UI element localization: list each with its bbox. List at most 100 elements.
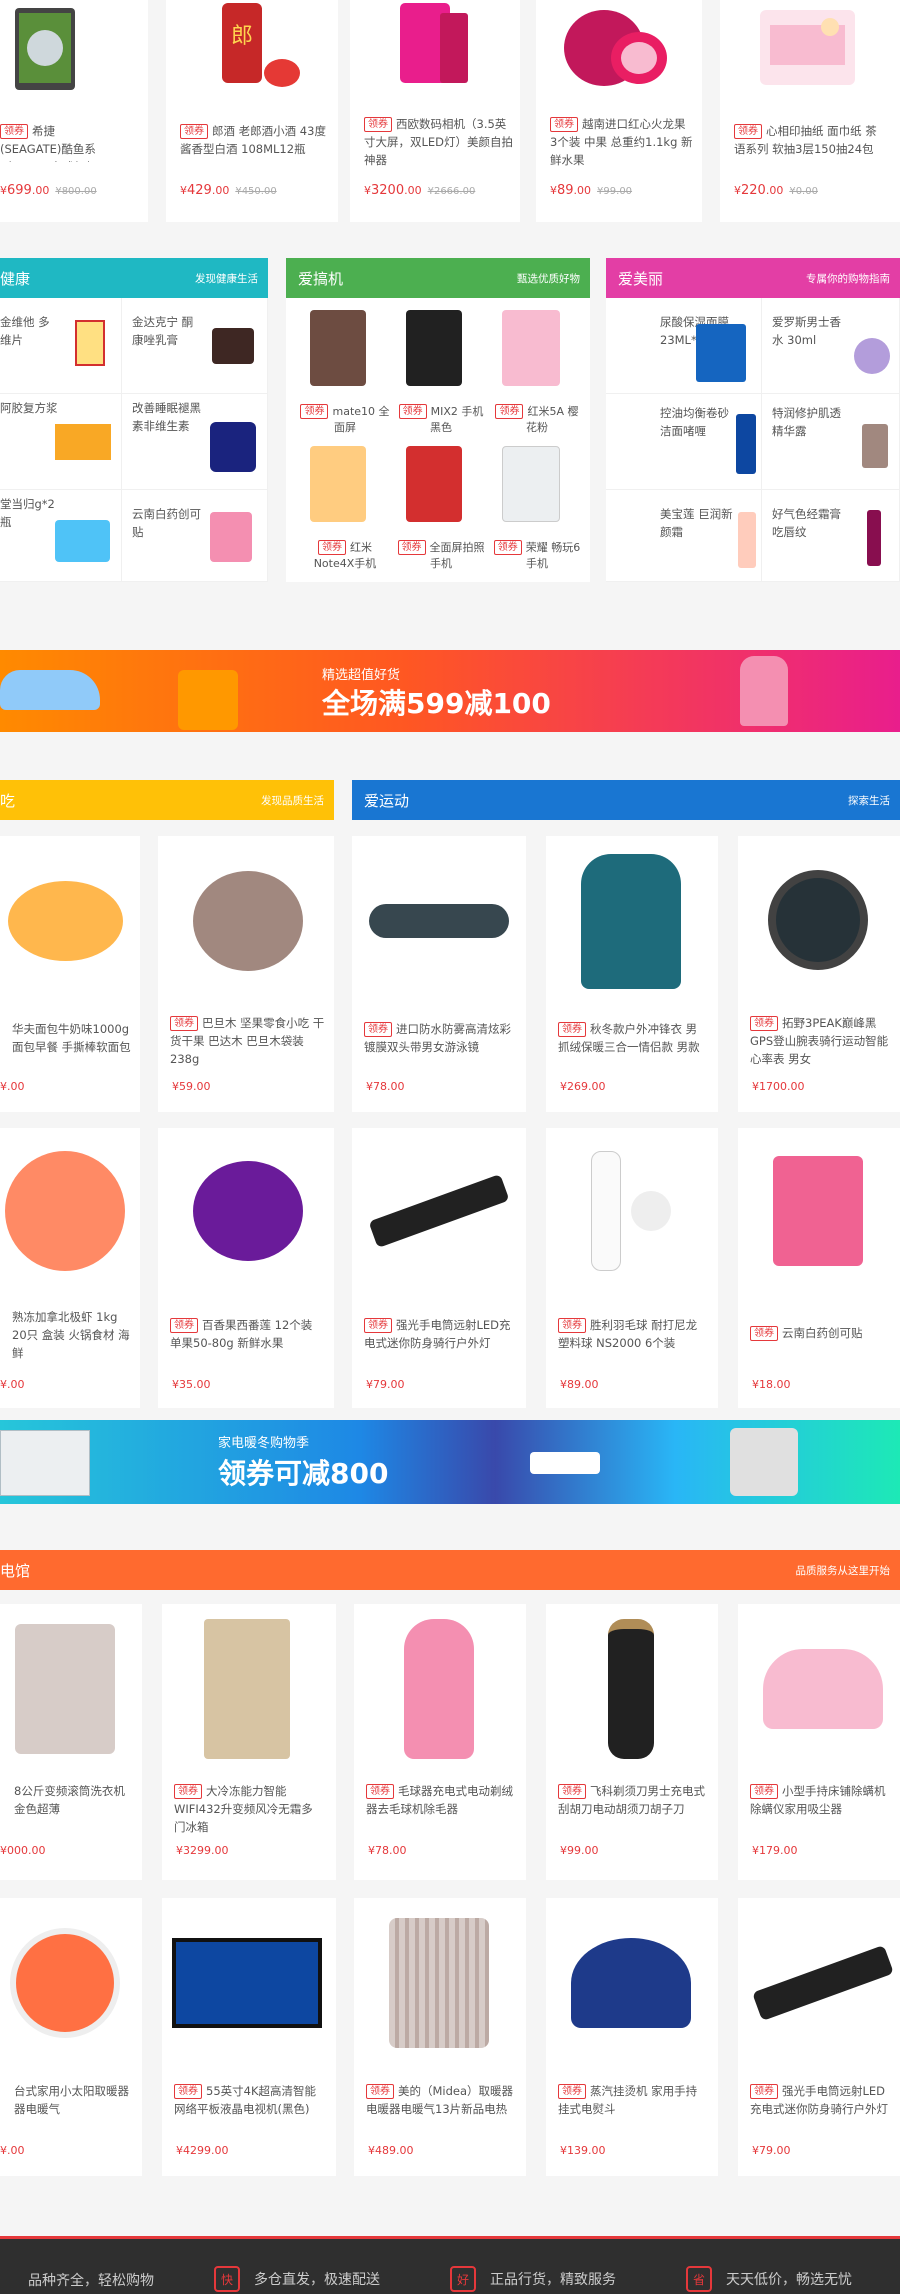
product-card[interactable]: 领券 飞科剃须刀男士充电式刮胡刀电动胡须刀胡子刀 ¥99.00 <box>546 1604 718 1880</box>
section-title: 吃 <box>0 792 16 810</box>
product-card[interactable]: 8公斤变频滚筒洗衣机 金色超薄 ¥000.00 <box>0 1604 142 1880</box>
section-more-link[interactable]: 甄选优质好物 <box>517 271 580 286</box>
dress-image <box>740 656 788 726</box>
cleanser-image <box>736 414 756 474</box>
product-price: 3200 <box>371 183 405 198</box>
mite-vacuum-image <box>748 1614 898 1764</box>
product-card[interactable]: 领券 百香果西番莲 12个装 单果50-80g 新鲜水果 ¥35.00 <box>158 1128 334 1408</box>
item-title: 金维他 多维片 <box>0 315 50 347</box>
beauty-item[interactable]: 好气色经霜膏 吃唇纹 <box>762 490 900 582</box>
phone-item[interactable]: 领券 荣耀 畅玩6 手机 <box>488 446 582 576</box>
product-price: ¥000.00 <box>0 1844 46 1857</box>
serum-image <box>862 424 888 468</box>
health-item[interactable]: 堂当归g*2瓶 <box>0 490 122 582</box>
product-price: ¥59.00 <box>172 1080 211 1093</box>
cream-tube-image <box>738 512 756 568</box>
product-card[interactable]: 郎 领券 郎酒 老郎酒小酒 43度 酱香型白酒 108ML12瓶 ¥429.00 ¥… <box>166 0 338 222</box>
product-card[interactable]: 领券 强光手电筒远射LED充电式迷你防身骑行户外灯 ¥79.00 <box>738 1898 900 2176</box>
product-card[interactable]: 华夫面包牛奶味1000g 面包早餐 手撕棒软面包 ¥.00 <box>0 836 140 1112</box>
promo-banner[interactable]: 家电暖冬购物季 领券可减800 <box>0 1420 900 1504</box>
coupon-tag: 领券 <box>170 1318 198 1333</box>
product-card[interactable]: 领券 拓野3PEAK巅峰黑GPS登山腕表骑行运动智能心率表 男女 ¥1700.00 <box>738 836 900 1112</box>
coupon-tag: 领券 <box>364 1022 392 1037</box>
section-more-link[interactable]: 品质服务从这里开始 <box>796 1563 891 1578</box>
coupon-tag: 领券 <box>558 2084 586 2099</box>
beauty-item[interactable]: 控油均衡卷砂洁面啫喱 <box>606 394 762 490</box>
liquor-bottle-image: 郎 <box>186 0 318 95</box>
product-price: ¥79.00 <box>366 1378 405 1391</box>
lint-remover-image <box>364 1614 514 1764</box>
banner-headline: 领券可减800 <box>218 1457 389 1490</box>
beauty-item[interactable]: 美宝莲 巨润新颜霜 <box>606 490 762 582</box>
footer-feature: 好正品行货，精致服务 <box>450 2266 616 2292</box>
item-title: 全面屏拍照手机 <box>429 541 485 570</box>
phone-item[interactable]: 领券 mate10 全面屏 <box>296 310 390 440</box>
product-price: ¥3299.00 <box>176 1844 229 1857</box>
coupon-tag: 领券 <box>558 1022 586 1037</box>
product-price: ¥35.00 <box>172 1378 211 1391</box>
beauty-item[interactable]: 特润修护肌透精华露 <box>762 394 900 490</box>
phone-item[interactable]: 领券 全面屏拍照手机 <box>392 446 485 576</box>
health-item[interactable]: 金维他 多维片 <box>0 298 122 394</box>
product-card[interactable]: 领券 秋冬款户外冲锋衣 男 抓绒保暖三合一情侣款 男款 ¥269.00 <box>546 836 718 1112</box>
health-item[interactable]: 金达克宁 酮康唑乳膏 <box>122 298 268 394</box>
product-card[interactable]: 领券希捷(SEAGATE)酷鱼系列SATA3 台式机机械硬盘 ¥699.00¥8… <box>0 0 148 222</box>
coupon-tag: 领券 <box>318 540 346 555</box>
section-more-link[interactable]: 发现品质生活 <box>261 793 324 808</box>
product-card[interactable]: 领券 小型手持床铺除螨机除螨仪家用吸尘器 ¥179.00 <box>738 1604 900 1880</box>
beauty-item[interactable]: 爱罗斯男士香水 30ml <box>762 298 900 394</box>
section-more-link[interactable]: 专属你的购物指南 <box>806 271 890 286</box>
section-more-link[interactable]: 发现健康生活 <box>195 271 258 286</box>
phone-item[interactable]: 领券 红米 Note4X手机 <box>296 446 388 576</box>
product-card[interactable]: 领券 55英寸4K超高清智能网络平板液晶电视机(黑色) ¥4299.00 <box>162 1898 336 2176</box>
currency: ¥ <box>180 184 187 197</box>
coupon-tag: 领券 <box>170 1016 198 1031</box>
product-card[interactable]: 领券 越南进口红心火龙果 3个装 中果 总重约1.1kg 新鲜水果 ¥89.00 ¥… <box>536 0 702 222</box>
product-card[interactable]: 领券 大冷冻能力智能WIFI432升变频风冷无霜多门冰箱 ¥3299.00 <box>162 1604 336 1880</box>
feature-text: 多仓直发，极速配送 <box>254 2272 380 2288</box>
phone-item[interactable]: 领券 MIX2 手机 黑色 <box>392 310 484 440</box>
section-title: 爱美丽 <box>618 270 664 288</box>
section-more-link[interactable]: 探索生活 <box>848 793 890 808</box>
product-price: ¥99.00 <box>560 1844 599 1857</box>
coupon-tag: 领券 <box>558 1784 586 1799</box>
old-price: ¥2666.00 <box>427 186 476 197</box>
health-item[interactable]: 改善睡眠褪黑素非维生素 <box>122 394 268 490</box>
heater-image <box>0 1908 130 2058</box>
product-card[interactable]: 领券 心相印抽纸 面巾纸 茶语系列 软抽3层150抽24包 ¥220.00 ¥0.0… <box>720 0 900 222</box>
tv-image <box>172 1908 322 2058</box>
coupon-tag: 领券 <box>300 404 329 419</box>
product-card[interactable]: 领券 巴旦木 坚果零食小吃 干货干果 巴达木 巴旦木袋装238g ¥59.00 <box>158 836 334 1112</box>
product-card[interactable]: 领券美的（Midea）取暖器 电暖器电暖气13片新品电热油 ¥489.00 <box>354 1898 526 2176</box>
section-title: 爱搞机 <box>298 270 344 288</box>
mask-box-image <box>696 324 746 382</box>
product-price: ¥.00 <box>0 2144 25 2157</box>
feature-text: 品种齐全，轻松购物 <box>28 2273 154 2289</box>
product-card[interactable]: 熟冻加拿北极虾 1kg 20只 盒装 火锅食材 海鲜 ¥.00 <box>0 1128 140 1408</box>
price-decimal: .00 <box>765 184 784 197</box>
promo-banner[interactable]: 精选超值好货 全场满599减100 <box>0 650 900 732</box>
product-card[interactable]: 领券 强光手电筒远射LED充电式迷你防身骑行户外灯 ¥79.00 <box>352 1128 526 1408</box>
fridge-image <box>0 1430 90 1496</box>
product-price: ¥489.00 <box>368 2144 414 2157</box>
pink-camera-image <box>360 0 510 95</box>
bottle-image <box>55 520 110 562</box>
product-price: 220 <box>741 183 766 198</box>
phone-item[interactable]: 领券 红米5A 樱花粉 <box>488 310 582 440</box>
health-item[interactable]: 阿胶复方浆 <box>0 394 122 490</box>
product-card[interactable]: 领券 毛球器充电式电动剃绒器去毛球机除毛器 ¥78.00 <box>354 1604 526 1880</box>
product-title: 熟冻加拿北极虾 1kg 20只 盒装 火锅食材 海鲜 <box>12 1310 130 1360</box>
phone-image <box>406 310 462 386</box>
sport-section-header: 爱运动 探索生活 <box>352 780 900 820</box>
product-card[interactable]: 领券 进口防水防雾高清炫彩镀膜双头带男女游泳镜 ¥78.00 <box>352 836 526 1112</box>
product-card[interactable]: 领券 云南白药创可贴 ¥18.00 <box>738 1128 900 1408</box>
product-title: 8公斤变频滚筒洗衣机 金色超薄 <box>14 1784 125 1816</box>
item-title: mate10 全面屏 <box>332 405 390 434</box>
health-item[interactable]: 云南白药创可贴 <box>122 490 268 582</box>
coupon-tag: 领券 <box>366 2084 394 2099</box>
product-card[interactable]: 领券 胜利羽毛球 耐打尼龙塑料球 NS2000 6个装 ¥89.00 <box>546 1128 718 1408</box>
price-decimal: .00 <box>31 184 50 197</box>
product-card[interactable]: 领券 蒸汽挂烫机 家用手持挂式电熨斗 ¥139.00 <box>546 1898 718 2176</box>
product-card[interactable]: 台式家用小太阳取暖器 器电暖气 ¥.00 <box>0 1898 142 2176</box>
product-card[interactable]: 领券 西欧数码相机（3.5英寸大屏，双LED灯）美颜自拍神器 ¥3200.00 ¥2… <box>350 0 520 222</box>
